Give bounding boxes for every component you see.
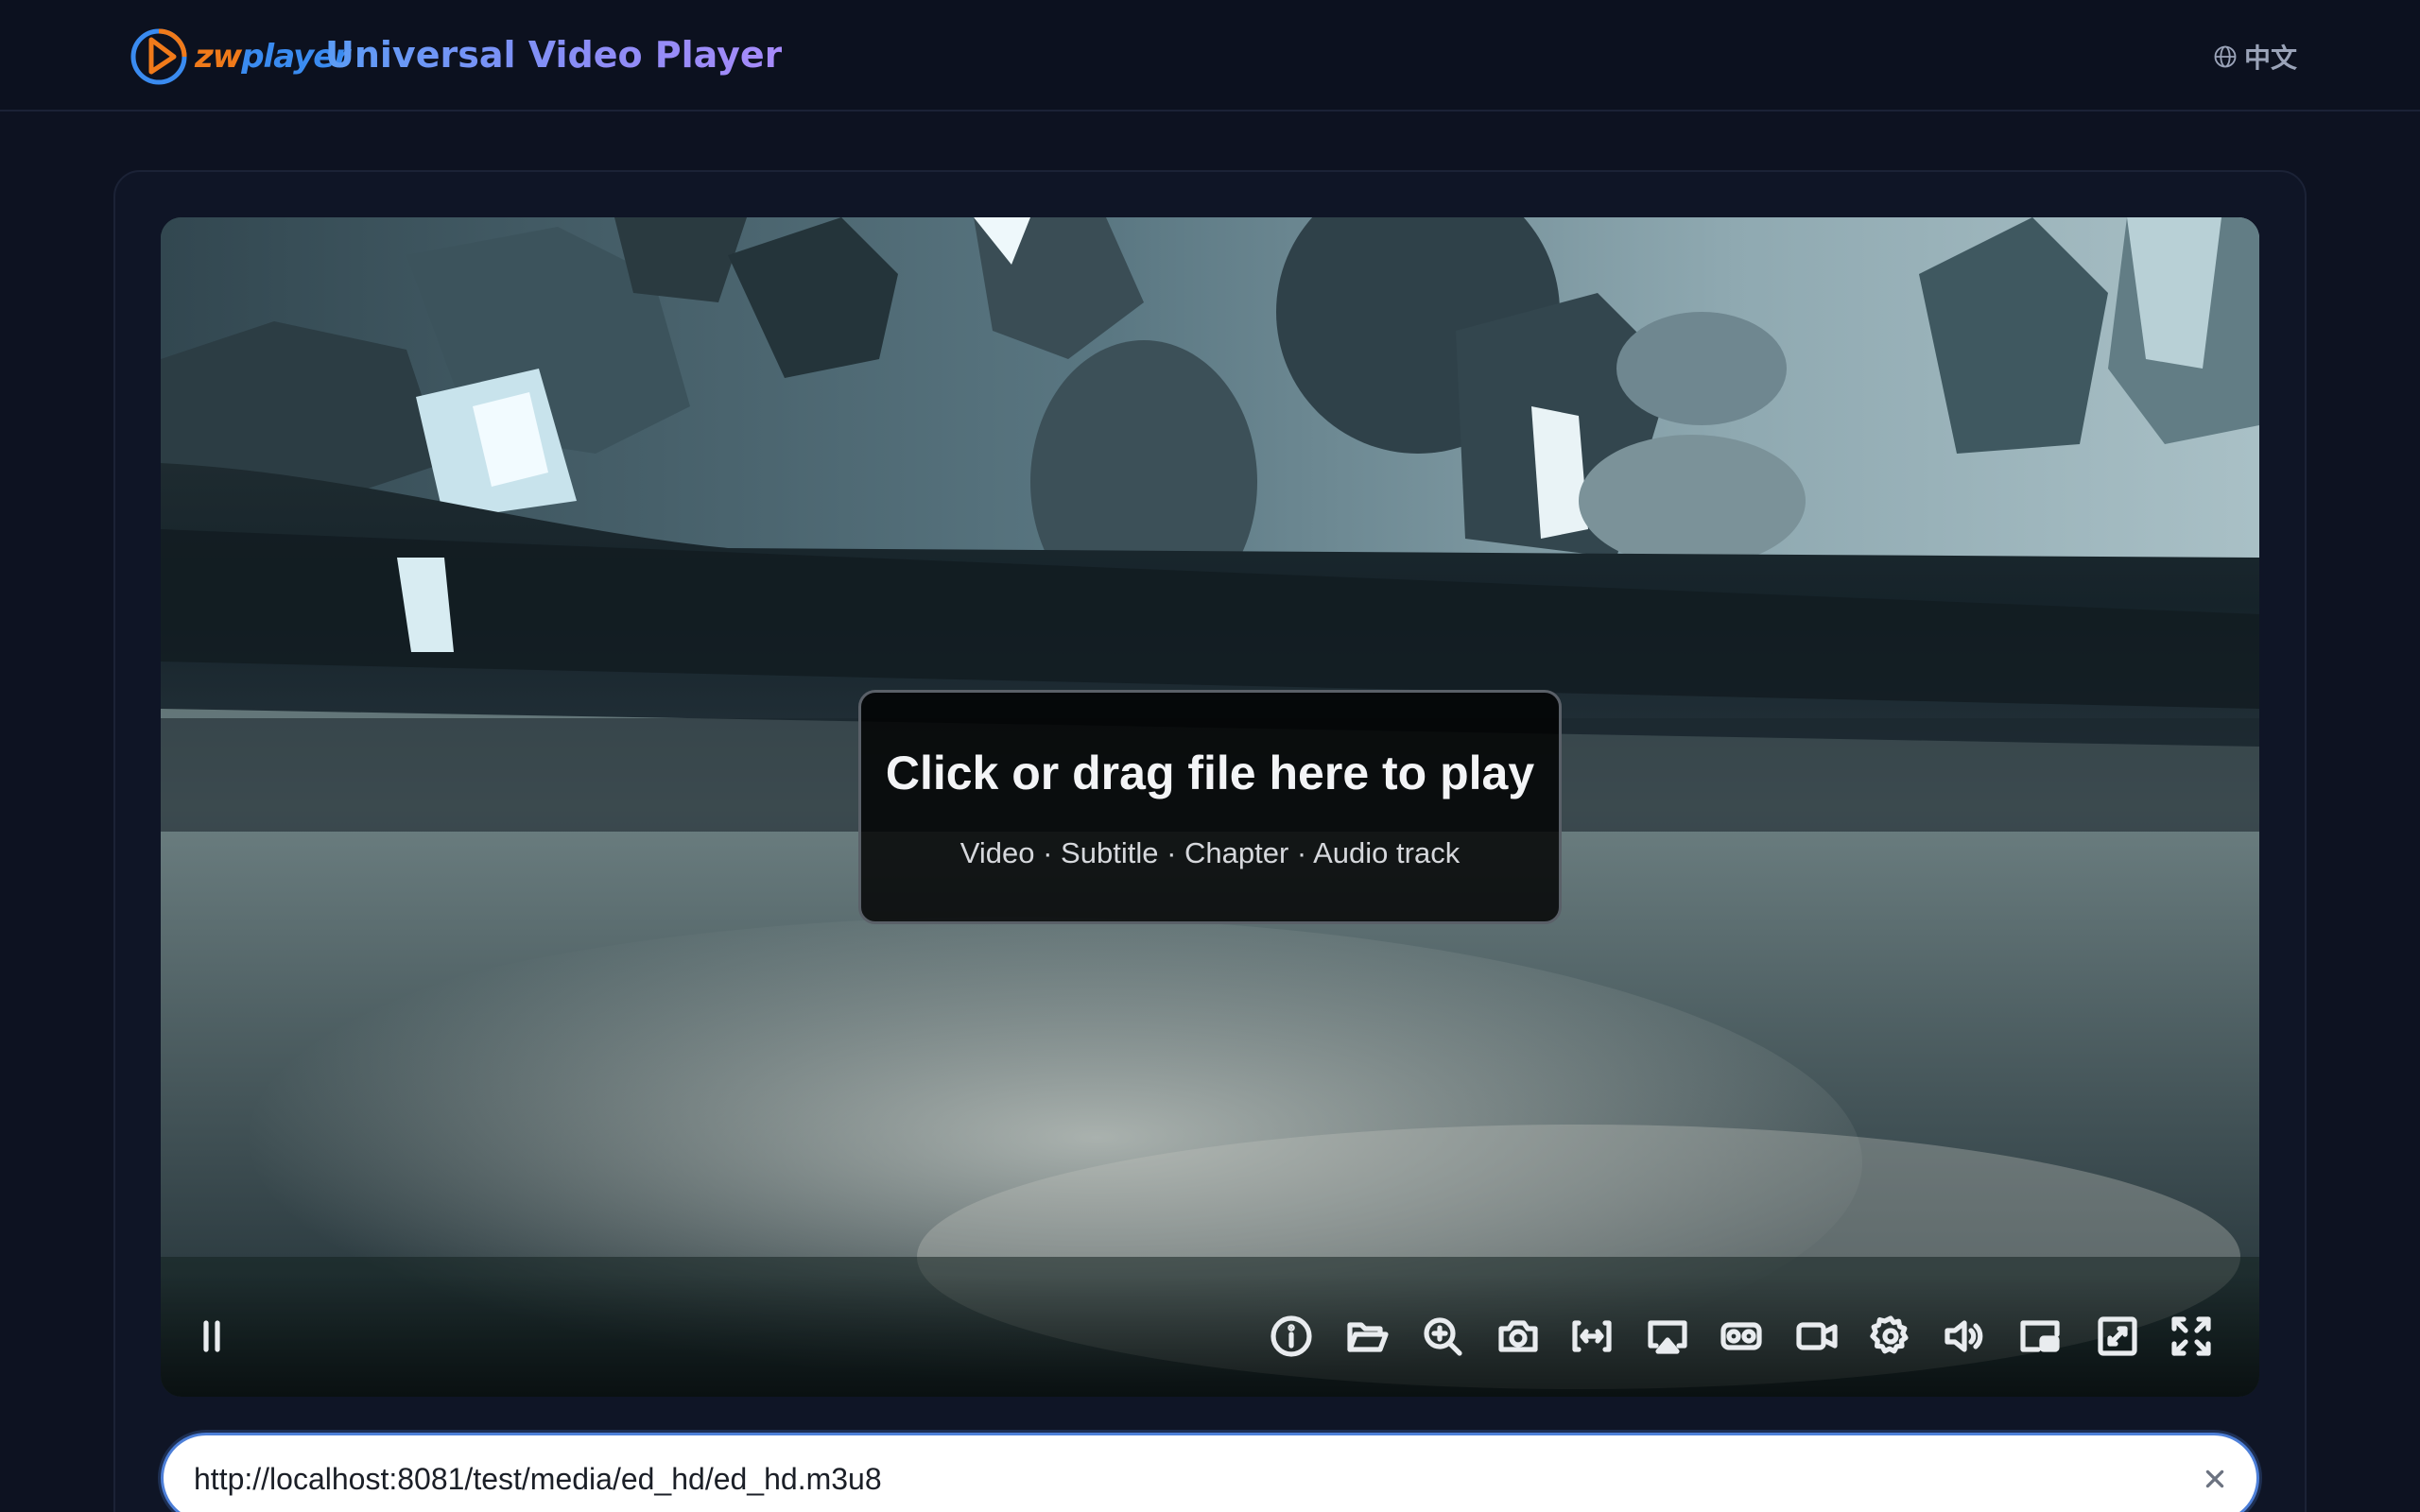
zoom-button[interactable] bbox=[1418, 1312, 1467, 1361]
play-logo-icon bbox=[130, 28, 187, 85]
globe-icon bbox=[2214, 45, 2237, 68]
volume-icon bbox=[1945, 1320, 1983, 1352]
screenshot-button[interactable] bbox=[1494, 1312, 1543, 1361]
vr-button[interactable] bbox=[1717, 1312, 1766, 1361]
folder-open-icon bbox=[1347, 1322, 1389, 1352]
aspect-ratio-button[interactable] bbox=[1567, 1312, 1616, 1361]
pause-icon bbox=[203, 1320, 220, 1352]
settings-button[interactable] bbox=[1866, 1312, 1915, 1361]
web-fullscreen-icon bbox=[2098, 1316, 2137, 1356]
airplay-button[interactable] bbox=[1643, 1312, 1692, 1361]
volume-button[interactable] bbox=[1940, 1312, 1989, 1361]
control-bar bbox=[161, 1274, 2259, 1397]
record-button[interactable] bbox=[1792, 1312, 1841, 1361]
top-header: zwplayer Universal Video Player 中文 bbox=[0, 0, 2420, 112]
open-file-button[interactable] bbox=[1342, 1312, 1392, 1361]
url-bar bbox=[161, 1433, 2259, 1512]
zwplayer-logo[interactable]: zwplayer bbox=[129, 26, 350, 87]
logo-text-zw: zw bbox=[195, 38, 242, 76]
close-icon bbox=[2205, 1469, 2224, 1488]
picture-in-picture-icon bbox=[2020, 1320, 2060, 1352]
airplay-icon bbox=[1648, 1320, 1687, 1354]
camera-icon bbox=[1498, 1320, 1538, 1352]
info-button[interactable] bbox=[1267, 1312, 1316, 1361]
drop-zone-subtitle: Video · Subtitle · Chapter · Audio track bbox=[959, 836, 1461, 869]
fullscreen-icon bbox=[2171, 1316, 2211, 1356]
language-label: 中文 bbox=[2244, 43, 2298, 74]
url-input[interactable] bbox=[194, 1452, 2160, 1505]
language-toggle[interactable]: 中文 bbox=[2212, 38, 2297, 76]
video-player[interactable]: Click or drag file here to play Video · … bbox=[161, 217, 2259, 1397]
gear-icon bbox=[1870, 1315, 1909, 1354]
fullscreen-button[interactable] bbox=[2167, 1312, 2216, 1361]
zoom-in-icon bbox=[1424, 1317, 1462, 1356]
pause-button[interactable] bbox=[187, 1312, 236, 1361]
drop-zone[interactable]: Click or drag file here to play Video · … bbox=[858, 690, 1562, 924]
pip-button[interactable] bbox=[2015, 1312, 2065, 1361]
clear-url-button[interactable] bbox=[2196, 1460, 2234, 1498]
drop-zone-title: Click or drag file here to play bbox=[885, 747, 1535, 799]
video-camera-icon bbox=[1796, 1322, 1838, 1350]
page-title: Universal Video Player bbox=[325, 34, 783, 76]
vr-icon bbox=[1720, 1322, 1762, 1350]
web-fullscreen-button[interactable] bbox=[2093, 1312, 2142, 1361]
fit-width-icon bbox=[1572, 1320, 1612, 1352]
info-icon bbox=[1270, 1315, 1312, 1357]
